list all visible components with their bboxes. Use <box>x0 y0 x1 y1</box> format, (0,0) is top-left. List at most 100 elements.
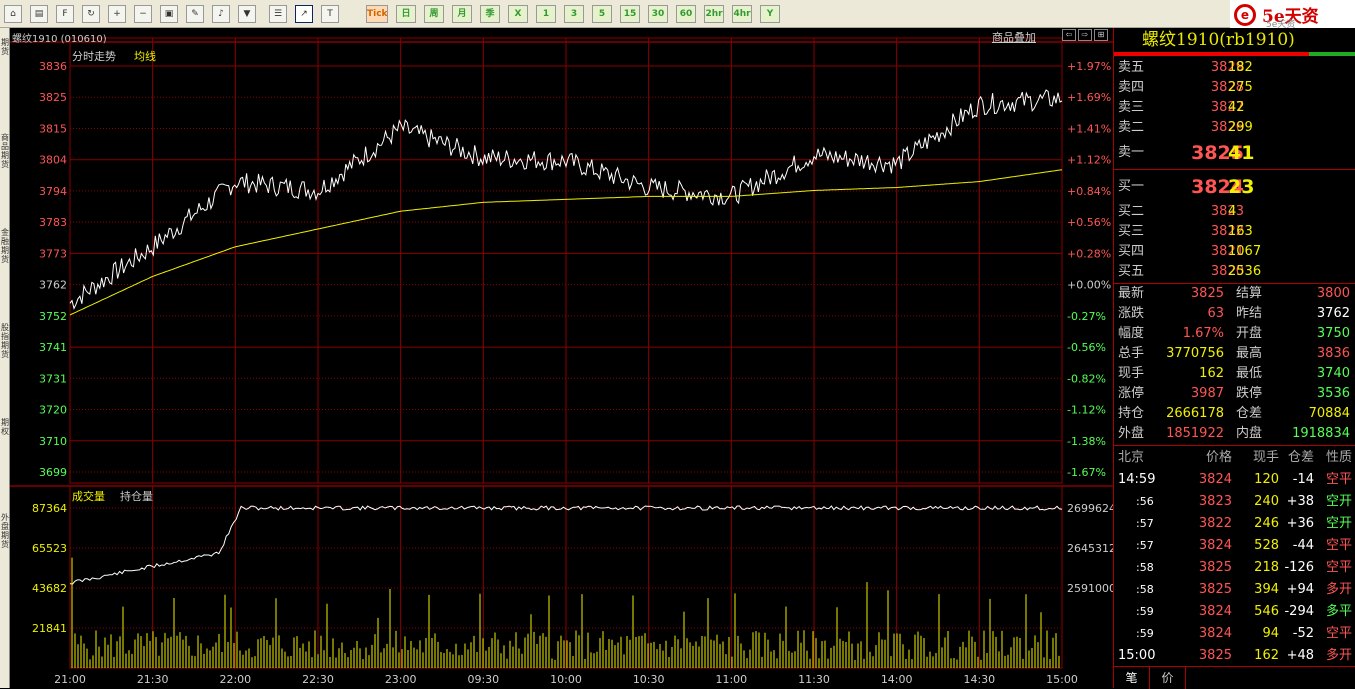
tick-row: :58 3825 394 +94 多开 <box>1114 579 1355 601</box>
refresh-icon[interactable]: ↻ <box>82 5 100 23</box>
ask-row: 卖五 3829 182 <box>1118 58 1354 78</box>
tick-volume: 120 <box>1254 472 1279 487</box>
stat-value: 1.67% <box>1182 326 1224 341</box>
tick-time: 15:00 <box>1118 648 1156 663</box>
ask-row: 卖三 3827 42 <box>1118 98 1354 118</box>
left-tab-3[interactable]: 股指期货 <box>0 323 10 359</box>
ask-volume: 275 <box>1228 80 1253 95</box>
pct-tick-label: -0.56% <box>1067 341 1106 354</box>
tick-volume: 94 <box>1262 626 1279 641</box>
bid-volume: 4 <box>1228 204 1237 219</box>
price-tick-label: 3731 <box>39 372 67 385</box>
tick-icon[interactable]: T <box>321 5 339 23</box>
ask-label: 卖一 <box>1118 145 1145 160</box>
stat-value: 3770756 <box>1166 346 1224 361</box>
period-button-13[interactable]: 4hr <box>732 5 752 23</box>
period-button-14[interactable]: Y <box>760 5 780 23</box>
left-tab-4[interactable]: 期权 <box>0 418 10 436</box>
price-tick-label: 3720 <box>39 404 67 417</box>
home-icon[interactable]: ⌂ <box>4 5 22 23</box>
bid-row: 买二 3823 4 <box>1118 202 1354 222</box>
tick-row: :59 3824 94 -52 空平 <box>1114 623 1355 645</box>
bid-row: 买三 3822 163 <box>1118 222 1354 242</box>
period-button-2[interactable]: 周 <box>424 5 444 23</box>
overlay-link[interactable]: 商品叠加 <box>992 29 1036 45</box>
intraday-chart-svg: 3836 +1.97% 3825 +1.69% 3815 +1.41% 3804 +1.12%… <box>10 28 1113 688</box>
tick-price: 3824 <box>1198 472 1232 487</box>
price-tick-label: 3836 <box>39 60 67 73</box>
left-tab-1[interactable]: 商品期货 <box>0 133 10 169</box>
volume-label: 成交量 <box>72 490 105 503</box>
time-tick-label: 21:30 <box>137 673 169 686</box>
bid-volume: 23 <box>1228 176 1255 198</box>
price-tick-label: 3804 <box>39 154 67 167</box>
stat-row: 最新 3825 结算 3800 <box>1118 284 1354 304</box>
period-button-7[interactable]: 3 <box>564 5 584 23</box>
chart-title: 螺纹1910 (010610) <box>12 34 107 45</box>
left-tab-0[interactable]: 期货 <box>0 38 10 56</box>
pct-tick-label: +1.69% <box>1067 91 1111 104</box>
stat-value: 162 <box>1199 366 1224 381</box>
tick-price: 3822 <box>1198 516 1232 531</box>
left-tab-2[interactable]: 金融期货 <box>0 228 10 264</box>
bell-icon[interactable]: ♪ <box>212 5 230 23</box>
f10-icon[interactable]: F <box>56 5 74 23</box>
table-icon[interactable]: ☰ <box>269 5 287 23</box>
period-button-6[interactable]: 1 <box>536 5 556 23</box>
tick-row: :57 3824 528 -44 空平 <box>1114 535 1355 557</box>
grid-toggle-icon[interactable]: ⊞ <box>1094 29 1108 41</box>
time-tick-label: 21:00 <box>54 673 86 686</box>
prev-arrow-icon[interactable]: ⇦ <box>1062 29 1076 41</box>
time-tick-label: 14:00 <box>881 673 913 686</box>
tick-oi-change: +36 <box>1286 516 1314 531</box>
price-tick-label: 3825 <box>39 91 67 104</box>
pen-icon[interactable]: ✎ <box>186 5 204 23</box>
pct-tick-label: -0.27% <box>1067 310 1106 323</box>
pct-tick-label: -1.12% <box>1067 404 1106 417</box>
period-button-1[interactable]: 日 <box>396 5 416 23</box>
tick-price: 3825 <box>1198 582 1232 597</box>
stat-row: 总手 3770756 最高 3836 <box>1118 344 1354 364</box>
period-button-5[interactable]: X <box>508 5 528 23</box>
tick-oi-change: +94 <box>1286 582 1314 597</box>
tick-nature: 多开 <box>1325 582 1352 597</box>
period-button-9[interactable]: 15 <box>620 5 640 23</box>
tick-volume: 240 <box>1254 494 1279 509</box>
period-button-8[interactable]: 5 <box>592 5 612 23</box>
period-button-10[interactable]: 30 <box>648 5 668 23</box>
tick-header: 性质 <box>1325 450 1352 465</box>
pct-tick-label: +1.97% <box>1067 60 1111 73</box>
price-tick-label: 3752 <box>39 310 67 323</box>
period-button-3[interactable]: 月 <box>452 5 472 23</box>
tick-header: 仓差 <box>1287 450 1314 465</box>
period-button-0[interactable]: Tick <box>366 5 388 23</box>
trend-icon[interactable]: ↗ <box>295 5 313 23</box>
zoom-out-icon[interactable]: − <box>134 5 152 23</box>
tick-nature: 空平 <box>1325 472 1352 487</box>
tick-price: 3825 <box>1198 648 1232 663</box>
tab-prices[interactable]: 价 <box>1150 667 1186 689</box>
bid-label: 买五 <box>1118 264 1145 279</box>
time-tick-label: 22:00 <box>219 673 251 686</box>
period-button-12[interactable]: 2hr <box>704 5 724 23</box>
price-tick-label: 3699 <box>39 466 67 479</box>
filter-icon[interactable]: ▼ <box>238 5 256 23</box>
stat-value: 3987 <box>1190 386 1224 401</box>
tick-volume: 528 <box>1254 538 1279 553</box>
tick-time: :58 <box>1136 561 1154 574</box>
chart-background <box>10 28 1113 688</box>
next-arrow-icon[interactable]: ⇨ <box>1078 29 1092 41</box>
left-tab-5[interactable]: 外盘期货 <box>0 513 10 549</box>
period-button-4[interactable]: 季 <box>480 5 500 23</box>
bid-label: 买三 <box>1118 224 1145 239</box>
tick-header: 现手 <box>1252 450 1279 465</box>
period-button-11[interactable]: 60 <box>676 5 696 23</box>
tab-trades[interactable]: 笔 <box>1114 667 1150 689</box>
window-icon[interactable]: ▣ <box>160 5 178 23</box>
book-icon[interactable]: ▤ <box>30 5 48 23</box>
ask-volume: 41 <box>1228 142 1255 164</box>
stat-label: 最新 <box>1118 286 1145 301</box>
stat-label: 仓差 <box>1236 406 1263 421</box>
zoom-in-icon[interactable]: + <box>108 5 126 23</box>
stat-value: 3762 <box>1316 306 1350 321</box>
